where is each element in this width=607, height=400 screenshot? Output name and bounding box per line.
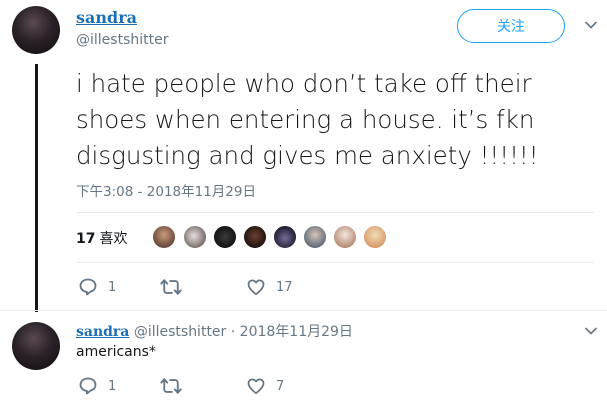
liker-avatar[interactable] <box>152 225 176 249</box>
heart-icon <box>247 378 265 394</box>
likes-count: 17 <box>76 231 96 247</box>
reply-date[interactable]: 2018年11月29日 <box>240 324 353 340</box>
divider <box>76 262 594 263</box>
reply-separator: · <box>226 324 240 340</box>
reply-action[interactable]: 1 <box>78 376 116 396</box>
divider <box>0 310 607 311</box>
tweet-text: i hate people who don’t take off their s… <box>76 66 586 174</box>
tweet-timestamp[interactable]: 下午3:08 - 2018年11月29日 <box>76 180 256 200</box>
avatar[interactable] <box>12 6 60 54</box>
user-handle[interactable]: @illestshitter <box>76 32 168 48</box>
liker-avatar[interactable] <box>303 225 327 249</box>
like-count: 17 <box>276 279 293 295</box>
reply-handle[interactable]: @illestshitter <box>134 324 226 340</box>
like-action[interactable]: 17 <box>246 277 293 297</box>
thread-line <box>35 64 38 312</box>
liker-avatar[interactable] <box>273 225 297 249</box>
follow-button[interactable]: 关注 <box>457 9 565 43</box>
reply-header: sandra @illestshitter · 2018年11月29日 <box>76 321 353 341</box>
liker-avatar[interactable] <box>243 225 267 249</box>
liker-avatar[interactable] <box>363 225 387 249</box>
reply-action[interactable]: 1 <box>78 277 116 297</box>
reply-avatar[interactable] <box>12 322 60 370</box>
reply-count: 1 <box>108 279 117 295</box>
tweet-text-line: shoes when entering a house. it’s fkn <box>76 105 535 134</box>
display-name[interactable]: sandra <box>76 8 137 27</box>
retweet-action[interactable] <box>160 277 192 297</box>
liker-avatar[interactable] <box>333 225 357 249</box>
heart-icon <box>247 279 265 295</box>
reply-text: americans* <box>76 344 156 360</box>
divider <box>76 212 594 213</box>
reply-display-name[interactable]: sandra <box>76 324 129 340</box>
chevron-down-icon[interactable] <box>583 323 599 339</box>
liker-avatar[interactable] <box>183 225 207 249</box>
likes-summary[interactable]: 17 喜欢 <box>76 228 127 248</box>
retweet-icon <box>160 378 182 394</box>
retweet-icon <box>160 279 182 295</box>
like-count: 7 <box>276 378 285 394</box>
reply-icon <box>79 377 97 395</box>
reply-icon <box>79 278 97 296</box>
liker-avatar[interactable] <box>213 225 237 249</box>
like-action[interactable]: 7 <box>246 376 284 396</box>
chevron-down-icon[interactable] <box>583 17 599 33</box>
tweet-text-line: i hate people who don’t take off their <box>76 69 532 98</box>
retweet-action[interactable] <box>160 376 192 396</box>
tweet-text-line: disgusting and gives me anxiety !!!!!! <box>76 141 539 170</box>
follow-button-label: 关注 <box>497 19 525 35</box>
likes-label: 喜欢 <box>99 231 128 247</box>
reply-count: 1 <box>108 378 117 394</box>
